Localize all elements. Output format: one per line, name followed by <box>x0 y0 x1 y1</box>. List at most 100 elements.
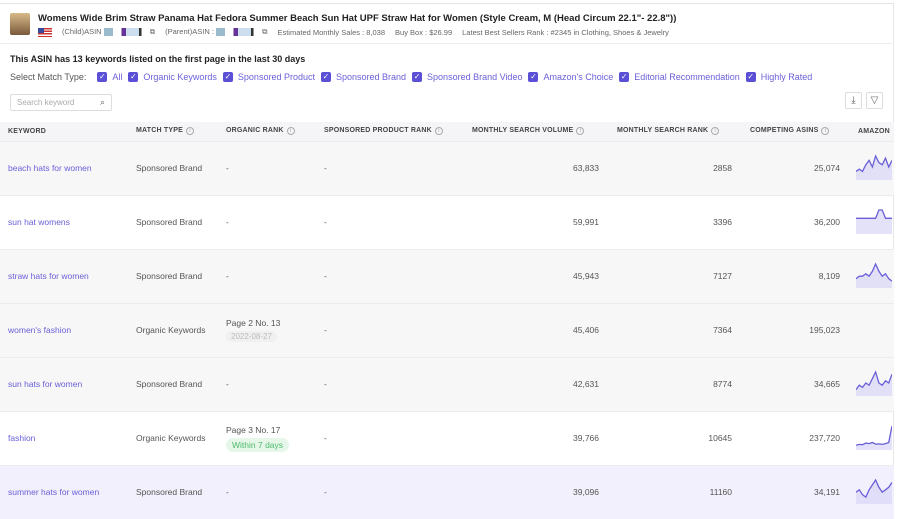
monthly-search-rank: 8774 <box>609 356 742 411</box>
match-type-option[interactable]: ✓ Sponsored Brand Video <box>412 72 522 82</box>
best-sellers-rank: Latest Best Sellers Rank : #2345 in Clot… <box>462 27 669 37</box>
monthly-search-rank: 3396 <box>609 194 742 249</box>
match-type-option[interactable]: ✓ Editorial Recommendation <box>619 72 740 82</box>
competing-asins: 195,023 <box>742 302 850 357</box>
amazon-trend <box>850 248 894 303</box>
info-icon[interactable]: i <box>286 127 295 136</box>
amazon-trend <box>850 464 894 519</box>
trend-sparkline <box>855 478 893 505</box>
organic-rank: Page 3 No. 17 Within 7 days <box>218 410 316 465</box>
column-header[interactable]: COMPETING ASINS i <box>742 122 850 141</box>
keyword-link[interactable]: sun hat womens <box>8 217 70 227</box>
product-image <box>10 13 30 35</box>
organic-rank: - <box>218 140 316 195</box>
info-icon[interactable]: i <box>185 127 194 136</box>
keyword-link[interactable]: fashion <box>8 433 35 443</box>
amazon-trend <box>850 410 894 465</box>
keyword-link[interactable]: women's fashion <box>8 325 71 335</box>
monthly-search-rank: 7127 <box>609 248 742 303</box>
copy-icon[interactable]: ⧉ <box>262 27 267 36</box>
info-icon[interactable]: i <box>711 127 720 136</box>
amazon-trend <box>850 194 894 249</box>
organic-rank: - <box>218 464 316 519</box>
keyword-link[interactable]: summer hats for women <box>8 487 99 497</box>
monthly-search-volume: 42,631 <box>464 356 609 411</box>
sponsored-product-rank: - <box>316 464 464 519</box>
info-icon[interactable]: i <box>576 127 585 136</box>
download-button[interactable]: ⤓ <box>845 92 862 109</box>
checkbox-checked-icon[interactable]: ✓ <box>528 72 539 82</box>
competing-asins: 36,200 <box>742 194 850 249</box>
competing-asins: 8,109 <box>742 248 850 303</box>
parent-asin-redacted <box>216 28 260 37</box>
table-row[interactable]: sun hat womens Sponsored Brand - - 59,99… <box>0 194 894 249</box>
checkbox-checked-icon[interactable]: ✓ <box>128 72 139 82</box>
column-header[interactable]: MONTHLY SEARCH RANK i <box>609 122 742 141</box>
match-type-filter: Select Match Type: ✓ All ✓ Organic Keywords… <box>10 72 818 82</box>
organic-rank: - <box>218 248 316 303</box>
checkbox-checked-icon[interactable]: ✓ <box>619 72 630 82</box>
info-icon[interactable]: i <box>434 127 443 136</box>
column-header[interactable]: SPONSORED PRODUCT RANK i <box>316 122 464 141</box>
keyword-link[interactable]: beach hats for women <box>8 163 92 173</box>
us-flag-icon <box>38 27 52 37</box>
sponsored-product-rank: - <box>316 248 464 303</box>
copy-icon[interactable]: ⧉ <box>150 27 155 36</box>
child-asin-redacted <box>103 28 148 37</box>
monthly-search-rank: 2858 <box>609 140 742 195</box>
sponsored-product-rank: - <box>316 302 464 357</box>
checkbox-checked-icon[interactable]: ✓ <box>97 72 108 82</box>
match-type: Sponsored Brand <box>128 464 218 519</box>
monthly-search-volume: 59,991 <box>464 194 609 249</box>
monthly-search-rank: 10645 <box>609 410 742 465</box>
match-type-option[interactable]: ✓ Organic Keywords <box>128 72 217 82</box>
match-type: Sponsored Brand <box>128 194 218 249</box>
trend-sparkline <box>855 370 893 396</box>
monthly-sales: Estimated Monthly Sales : 8,038 <box>277 27 386 37</box>
competing-asins: 25,074 <box>742 140 850 195</box>
competing-asins: 34,665 <box>742 356 850 411</box>
product-header: Womens Wide Brim Straw Panama Hat Fedora… <box>10 13 676 37</box>
match-type-option[interactable]: ✓ Amazon's Choice <box>528 72 613 82</box>
checkbox-checked-icon[interactable]: ✓ <box>745 72 756 82</box>
checkbox-checked-icon[interactable]: ✓ <box>222 72 233 82</box>
keyword-link[interactable]: straw hats for women <box>8 271 89 281</box>
search-input[interactable] <box>17 98 92 107</box>
sponsored-product-rank: - <box>316 356 464 411</box>
column-header[interactable]: AMAZON <box>850 122 894 141</box>
match-type-option[interactable]: ✓ Sponsored Product <box>222 72 315 82</box>
sponsored-product-rank: - <box>316 410 464 465</box>
table-row[interactable]: beach hats for women Sponsored Brand - -… <box>0 140 894 195</box>
match-type: Sponsored Brand <box>128 248 218 303</box>
organic-rank: - <box>218 194 316 249</box>
table-row[interactable]: sun hats for women Sponsored Brand - - 4… <box>0 356 894 411</box>
table-row[interactable]: women's fashion Organic Keywords Page 2 … <box>0 302 894 357</box>
column-header[interactable]: KEYWORD <box>0 122 128 141</box>
keyword-link[interactable]: sun hats for women <box>8 379 82 389</box>
info-icon[interactable]: i <box>821 127 830 136</box>
search-keyword[interactable]: ⌕ <box>10 94 112 111</box>
checkbox-checked-icon[interactable]: ✓ <box>412 72 423 82</box>
monthly-search-volume: 45,406 <box>464 302 609 357</box>
table-row[interactable]: fashion Organic Keywords Page 3 No. 17 Wi… <box>0 410 894 465</box>
amazon-trend <box>850 302 894 357</box>
match-type-option[interactable]: ✓ Sponsored Brand <box>320 72 406 82</box>
match-type-label: Select Match Type: <box>10 72 87 82</box>
column-header[interactable]: MATCH TYPE i <box>128 122 218 141</box>
column-header[interactable]: ORGANIC RANK i <box>218 122 316 141</box>
table-row[interactable]: straw hats for women Sponsored Brand - -… <box>0 248 894 303</box>
filter-button[interactable]: ▽ <box>866 92 883 109</box>
keyword-table: KEYWORD MATCH TYPE i ORGANIC RANK i SPONSORED… <box>0 122 894 519</box>
table-row[interactable]: summer hats for women Sponsored Brand - … <box>0 464 894 519</box>
child-asin-label: (Child)ASIN <box>62 27 102 36</box>
column-header[interactable]: MONTHLY SEARCH VOLUME i <box>464 122 609 141</box>
match-type-option[interactable]: ✓ Highly Rated <box>745 72 812 82</box>
search-icon[interactable]: ⌕ <box>100 97 105 108</box>
trend-sparkline <box>856 209 892 234</box>
checkbox-checked-icon[interactable]: ✓ <box>320 72 331 82</box>
rank-date-badge: 2022-08-27 <box>226 331 277 342</box>
parent-asin-label: (Parent)ASIN : <box>165 27 214 36</box>
match-type-option[interactable]: ✓ All <box>97 72 122 82</box>
sponsored-product-rank: - <box>316 140 464 195</box>
match-type: Organic Keywords <box>128 410 218 465</box>
